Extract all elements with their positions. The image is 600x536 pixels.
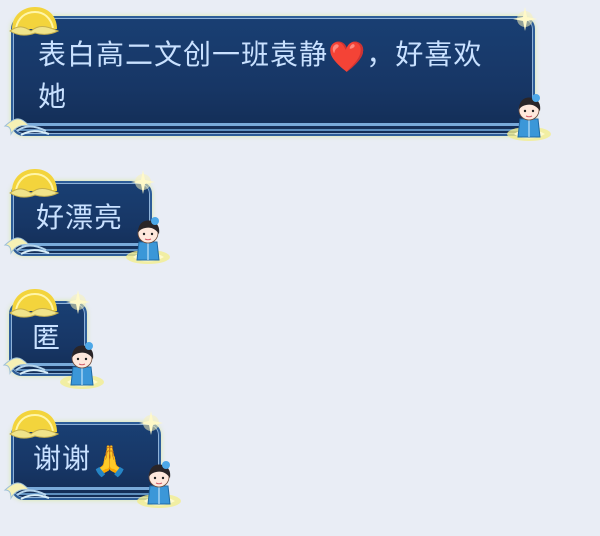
avatar-sticker <box>60 342 104 389</box>
praying-hands-icon: 🙏 <box>91 444 130 479</box>
message-bubble[interactable]: 表白高二文创一班袁静❤️，好喜欢她 <box>11 16 535 136</box>
sparkle-icon <box>513 7 537 31</box>
message-text-part: 表白高二文创一班袁静 <box>38 38 329 71</box>
wave-icon <box>2 357 49 375</box>
moon-icon <box>9 289 60 318</box>
chat-message-4[interactable]: 谢谢🙏 <box>0 400 190 512</box>
moon-icon <box>9 7 60 36</box>
wave-icon <box>3 237 50 255</box>
chat-message-3[interactable]: 匿 <box>0 280 120 389</box>
chat-message-list: 表白高二文创一班袁静❤️，好喜欢她 好漂亮 匿 谢谢🙏 <box>0 0 600 536</box>
moon-icon <box>9 169 60 198</box>
wave-icon <box>3 118 50 136</box>
sparkle-icon <box>139 411 163 435</box>
sparkle-icon <box>131 170 155 194</box>
avatar-sticker <box>126 217 170 264</box>
chat-message-1[interactable]: 表白高二文创一班袁静❤️，好喜欢她 <box>0 0 560 150</box>
sparkle-icon <box>66 290 90 314</box>
moon-icon <box>9 410 60 439</box>
avatar-sticker <box>137 461 181 508</box>
wave-icon <box>3 482 50 500</box>
avatar-sticker <box>507 94 551 141</box>
chat-message-2[interactable]: 好漂亮 <box>0 160 180 270</box>
heart-icon: ❤️ <box>328 40 367 75</box>
message-text: 表白高二文创一班袁静❤️，好喜欢她 <box>13 18 533 118</box>
